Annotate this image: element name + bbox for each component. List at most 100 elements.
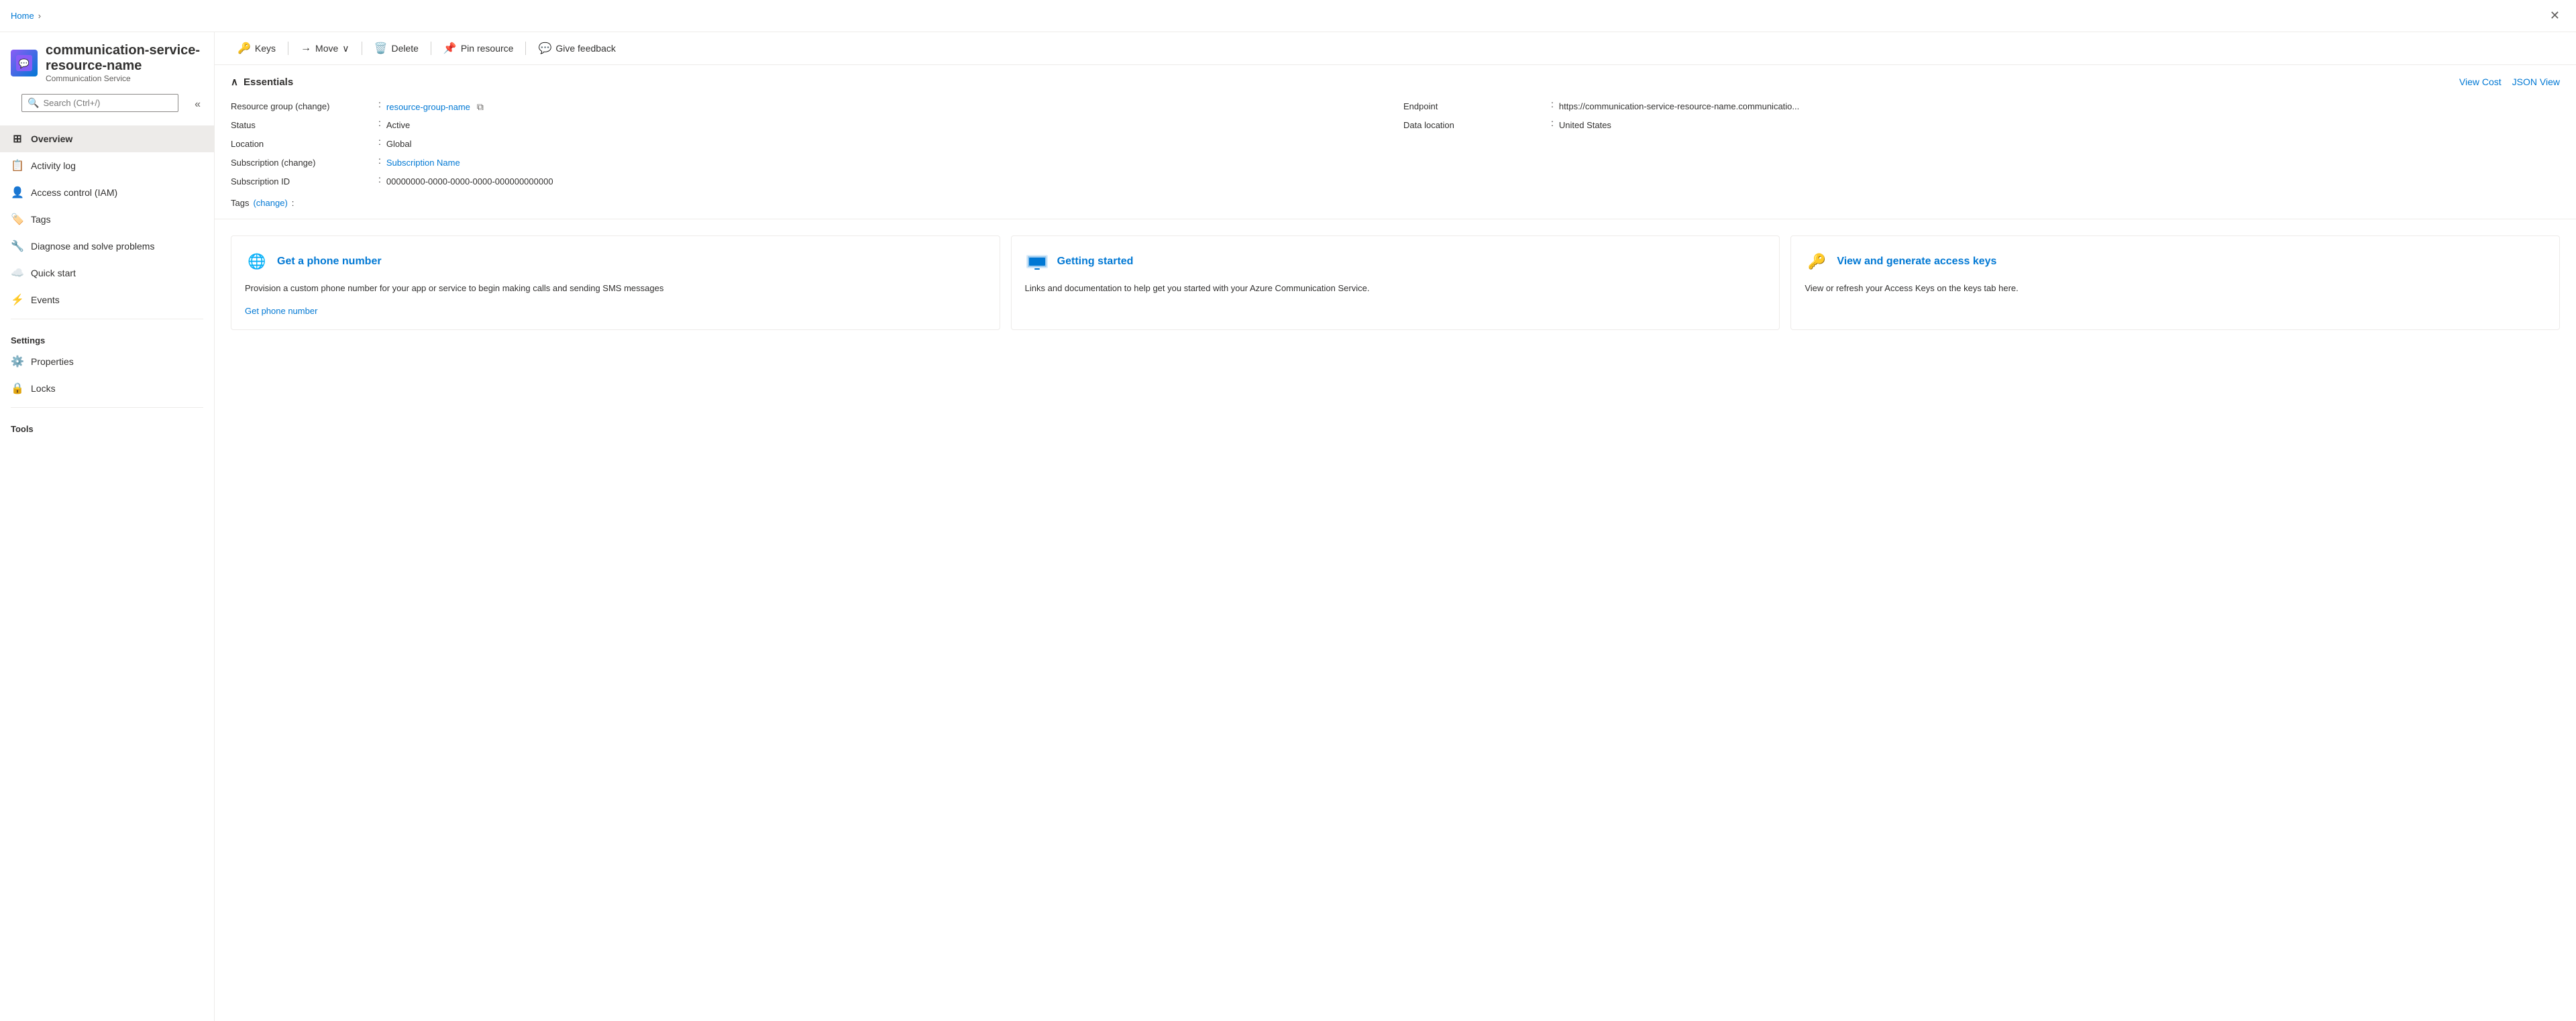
access-keys-card: 🔑 View and generate access keys View or …	[1790, 235, 2560, 330]
keys-button[interactable]: 🔑 Keys	[231, 38, 282, 59]
move-button[interactable]: → Move ∨	[294, 38, 356, 58]
essentials-toggle[interactable]: ∧ Essentials	[231, 76, 293, 88]
phone-number-card-title: Get a phone number	[277, 256, 382, 268]
feedback-button[interactable]: 💬 Give feedback	[531, 38, 622, 59]
feedback-label: Give feedback	[555, 43, 616, 54]
status-value: Active	[386, 117, 410, 133]
locks-icon: 🔒	[11, 382, 24, 395]
quick-start-icon: ☁️	[11, 266, 24, 280]
resource-group-label: Resource group (change)	[231, 99, 378, 114]
tools-divider	[11, 407, 203, 408]
phone-number-card-icon: 🌐	[245, 250, 269, 274]
move-icon: →	[301, 42, 311, 54]
essentials-section: ∧ Essentials View Cost JSON View Resourc…	[215, 65, 2576, 219]
resource-group-link[interactable]: resource-group-name	[386, 102, 470, 112]
data-location-label: Data location	[1403, 117, 1551, 133]
sidebar-item-access-control-label: Access control (IAM)	[31, 187, 117, 198]
essentials-right-col: Endpoint : https://communication-service…	[1403, 99, 2560, 193]
status-row: Status : Active	[231, 117, 1387, 136]
tags-change-link[interactable]: (change)	[253, 198, 287, 208]
content-area: 🔑 Keys → Move ∨ 🗑️ Delete 📌 Pin reso	[215, 32, 2576, 1021]
tags-label: Tags	[231, 198, 249, 208]
phone-number-card-desc: Provision a custom phone number for your…	[245, 282, 986, 295]
sidebar-item-overview[interactable]: ⊞ Overview	[0, 125, 214, 152]
endpoint-value: https://communication-service-resource-n…	[1559, 99, 1799, 114]
events-icon: ⚡	[11, 293, 24, 307]
tags-colon: :	[292, 198, 294, 208]
main-layout: 💬 communication-service-resource-name Co…	[0, 32, 2576, 1021]
subscription-label: Subscription (change)	[231, 155, 378, 170]
get-phone-number-link[interactable]: Get phone number	[245, 306, 986, 316]
essentials-left-col: Resource group (change) : resource-group…	[231, 99, 1387, 193]
subscription-link[interactable]: Subscription Name	[386, 158, 460, 168]
access-keys-card-icon: 🔑	[1805, 250, 1829, 274]
sidebar-item-access-control[interactable]: 👤 Access control (IAM)	[0, 179, 214, 206]
pin-label: Pin resource	[461, 43, 514, 54]
overview-icon: ⊞	[11, 132, 24, 146]
tags-icon: 🏷️	[11, 213, 24, 226]
view-cost-link[interactable]: View Cost	[2459, 76, 2502, 87]
collapse-sidebar-button[interactable]: «	[192, 96, 203, 113]
status-label: Status	[231, 117, 378, 133]
search-input[interactable]	[43, 98, 172, 108]
sidebar-nav: ⊞ Overview 📋 Activity log 👤 Access contr…	[0, 125, 214, 1021]
sidebar-item-diagnose-label: Diagnose and solve problems	[31, 241, 154, 252]
sidebar-item-activity-log-label: Activity log	[31, 160, 76, 171]
getting-started-card-title: Getting started	[1057, 256, 1134, 268]
getting-started-card-icon	[1025, 250, 1049, 274]
essentials-title-text: Essentials	[244, 76, 293, 88]
search-box[interactable]: 🔍	[21, 94, 178, 112]
breadcrumb-home[interactable]: Home	[11, 11, 34, 21]
close-button[interactable]: ✕	[2544, 6, 2565, 25]
sidebar-item-diagnose[interactable]: 🔧 Diagnose and solve problems	[0, 233, 214, 260]
copy-resource-group-button[interactable]: ⧉	[474, 101, 486, 113]
sidebar-item-overview-label: Overview	[31, 133, 72, 144]
resource-subtitle: Communication Service	[46, 74, 203, 83]
subscription-id-value: 00000000-0000-0000-0000-000000000000	[386, 174, 553, 189]
location-row: Location : Global	[231, 136, 1387, 155]
essentials-collapse-icon: ∧	[231, 76, 238, 88]
properties-icon: ⚙️	[11, 355, 24, 368]
cards-section: 🌐 Get a phone number Provision a custom …	[215, 219, 2576, 346]
sidebar-item-quick-start[interactable]: ☁️ Quick start	[0, 260, 214, 286]
diagnose-icon: 🔧	[11, 239, 24, 253]
resource-group-row: Resource group (change) : resource-group…	[231, 99, 1387, 117]
phone-number-card-header: 🌐 Get a phone number	[245, 250, 986, 274]
sidebar-item-activity-log[interactable]: 📋 Activity log	[0, 152, 214, 179]
sidebar-item-properties[interactable]: ⚙️ Properties	[0, 348, 214, 375]
sidebar-item-events-label: Events	[31, 294, 60, 305]
toolbar: 🔑 Keys → Move ∨ 🗑️ Delete 📌 Pin reso	[215, 32, 2576, 65]
top-bar: Home › ✕	[0, 0, 2576, 32]
access-keys-card-desc: View or refresh your Access Keys on the …	[1805, 282, 2546, 295]
getting-started-card-header: Getting started	[1025, 250, 1766, 274]
search-icon: 🔍	[28, 97, 39, 109]
sidebar-item-locks[interactable]: 🔒 Locks	[0, 375, 214, 402]
essentials-grid: Resource group (change) : resource-group…	[231, 99, 2560, 193]
essentials-header: ∧ Essentials View Cost JSON View	[231, 76, 2560, 88]
sidebar-item-events[interactable]: ⚡ Events	[0, 286, 214, 313]
svg-text:💬: 💬	[19, 58, 30, 68]
getting-started-card: Getting started Links and documentation …	[1011, 235, 1780, 330]
getting-started-card-desc: Links and documentation to help get you …	[1025, 282, 1766, 295]
access-keys-card-title: View and generate access keys	[1837, 256, 1996, 268]
sidebar-item-properties-label: Properties	[31, 356, 74, 367]
tools-section-label: Tools	[0, 413, 214, 437]
location-value: Global	[386, 136, 412, 152]
settings-section-label: Settings	[0, 325, 214, 348]
data-location-row: Data location : United States	[1403, 117, 2560, 136]
sidebar-item-tags[interactable]: 🏷️ Tags	[0, 206, 214, 233]
delete-icon: 🗑️	[374, 42, 388, 55]
json-view-link[interactable]: JSON View	[2512, 76, 2560, 87]
delete-button[interactable]: 🗑️ Delete	[368, 38, 425, 59]
pin-resource-button[interactable]: 📌 Pin resource	[437, 38, 521, 59]
phone-number-card: 🌐 Get a phone number Provision a custom …	[231, 235, 1000, 330]
essentials-actions: View Cost JSON View	[2459, 76, 2560, 87]
pin-icon: 📌	[443, 42, 457, 55]
endpoint-label: Endpoint	[1403, 99, 1551, 114]
subscription-row: Subscription (change) : Subscription Nam…	[231, 155, 1387, 174]
toolbar-sep-4	[525, 42, 526, 55]
tags-row: Tags (change) :	[231, 198, 2560, 208]
sidebar-item-tags-label: Tags	[31, 214, 51, 225]
location-label: Location	[231, 136, 378, 152]
sidebar-header: 💬 communication-service-resource-name Co…	[0, 32, 214, 89]
